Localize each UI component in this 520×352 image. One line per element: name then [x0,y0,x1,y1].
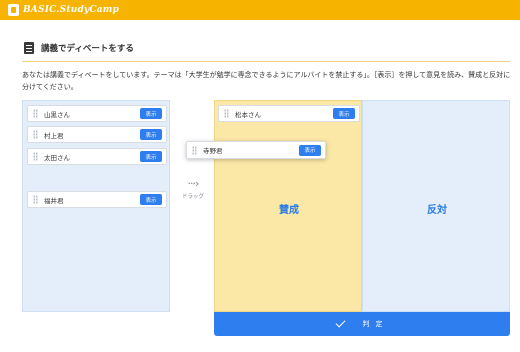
drag-handle-icon[interactable] [192,145,197,155]
opinion-card[interactable]: 山黒さん 表示 [27,105,167,122]
judge-button[interactable]: 判定 [214,312,510,336]
heading-divider [22,61,510,62]
show-button[interactable]: 表示 [140,108,162,119]
drag-handle-icon[interactable] [33,130,38,139]
document-icon [24,42,34,54]
opinion-card[interactable]: 太田さん 表示 [27,148,167,165]
show-button[interactable]: 表示 [140,194,162,205]
drag-handle-icon[interactable] [33,109,38,118]
page-title: 講義でディベートをする [41,44,134,54]
pro-label: 賛成 [279,205,299,216]
check-icon [335,317,345,328]
page-heading: 講義でディベートをする [24,42,134,54]
instructions: あなたは講義でディベートをしています。テーマは「大学生が勉学に専念できるようにア… [22,71,511,91]
debate-board: 松本さん 表示 賛成 反対 [214,100,510,312]
show-button[interactable]: 表示 [140,151,162,162]
opinion-card-name: 太田さん [44,153,70,162]
logo-text: BASIC.StudyCamp [23,5,119,15]
logo: BASIC.StudyCamp [8,3,119,17]
opinion-card-name: 村上君 [44,131,64,140]
dragging-opinion-card[interactable]: 寺野君 表示 [186,141,326,159]
show-button[interactable]: 表示 [299,144,321,156]
logo-icon [8,4,19,16]
show-button[interactable]: 表示 [333,108,355,119]
dotted-arrow-icon: ···› [187,177,200,190]
drag-handle-icon[interactable] [224,109,229,118]
con-label: 反対 [427,205,447,216]
opinion-card-name: 松本さん [235,110,261,119]
top-bar: BASIC.StudyCamp [0,0,520,20]
show-button[interactable]: 表示 [140,129,162,140]
drag-handle-icon[interactable] [33,152,38,161]
drag-hint: ···› ドラッグ [178,177,208,201]
opinion-card[interactable]: 松本さん 表示 [218,105,360,122]
opinion-card-name: 福井君 [44,196,64,205]
opinion-card-name: 山黒さん [44,110,70,119]
opinion-card[interactable]: 村上君 表示 [27,126,167,143]
pro-column[interactable]: 松本さん 表示 賛成 [214,100,362,312]
opinion-card-name: 寺野君 [203,147,223,155]
opinion-card[interactable]: 福井君 表示 [27,191,167,208]
drag-handle-icon[interactable] [33,195,38,204]
opinion-pool[interactable]: 山黒さん 表示 村上君 表示 太田さん 表示 福井君 表示 [22,100,170,312]
drag-hint-label: ドラッグ [181,194,204,200]
judge-button-label: 判定 [362,320,389,328]
con-column[interactable]: 反対 [362,100,510,312]
